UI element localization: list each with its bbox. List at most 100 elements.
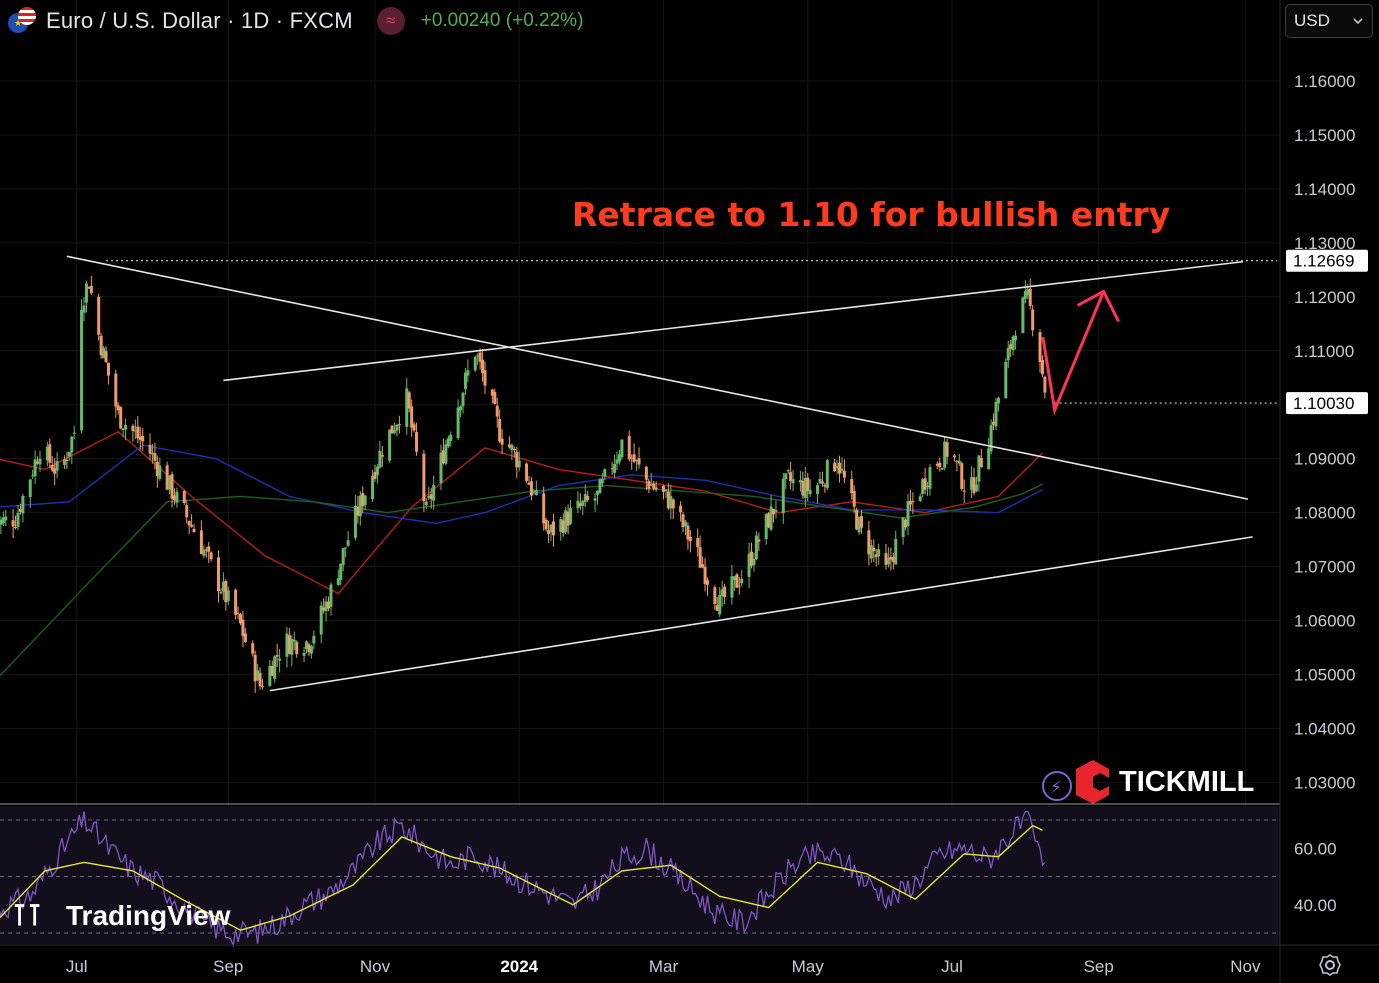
trendlines <box>66 255 1278 692</box>
candle <box>422 453 426 502</box>
candle <box>569 508 573 524</box>
candle <box>72 432 76 434</box>
candle <box>593 498 597 501</box>
candle <box>4 516 8 521</box>
candle <box>16 512 20 527</box>
price-level-label: 1.12669 <box>1293 252 1354 271</box>
rsi-tick-label: 40.00 <box>1294 896 1337 915</box>
candle <box>55 461 59 471</box>
candle <box>737 585 741 587</box>
candle <box>752 558 756 566</box>
time-tick-label: Sep <box>213 957 243 976</box>
tradingview-logo-icon: ⊺⊺ <box>12 900 42 932</box>
candle <box>275 655 279 657</box>
price-tick-label: 1.06000 <box>1294 612 1355 631</box>
candle <box>82 305 86 313</box>
candle <box>500 438 504 445</box>
candle <box>493 391 497 404</box>
symbol-title[interactable]: Euro / U.S. Dollar · 1D · FXCM <box>46 8 353 34</box>
candle <box>960 463 964 489</box>
candle <box>1043 376 1047 393</box>
candle <box>600 478 604 484</box>
candle <box>1028 288 1032 306</box>
candle <box>654 487 658 490</box>
candle <box>407 392 411 409</box>
candle <box>962 490 966 492</box>
candle <box>613 464 617 473</box>
svg-text:⚡: ⚡ <box>1050 778 1062 798</box>
candle <box>918 496 922 501</box>
candle <box>705 580 709 585</box>
candle <box>234 589 238 615</box>
time-tick-label: Jul <box>66 957 88 976</box>
candle <box>688 536 692 542</box>
candle <box>473 356 477 371</box>
candle <box>1021 297 1025 334</box>
candle <box>89 285 93 294</box>
candle <box>371 475 375 499</box>
candle <box>341 548 345 566</box>
candle <box>106 362 110 376</box>
time-tick-label: 2024 <box>500 957 538 976</box>
candle <box>808 489 812 495</box>
candle <box>838 462 842 474</box>
candle <box>979 458 983 468</box>
candle <box>412 424 416 431</box>
candle <box>664 489 668 492</box>
candle <box>182 491 186 504</box>
price-tick-label: 1.16000 <box>1294 72 1355 91</box>
candle <box>119 407 123 429</box>
candle <box>292 639 296 642</box>
candle <box>375 466 379 476</box>
candle <box>251 643 255 654</box>
annotation-text: Retrace to 1.10 for bullish entry <box>572 195 1170 234</box>
candle <box>226 590 230 602</box>
candle <box>346 540 350 546</box>
candle <box>273 656 277 680</box>
candle <box>940 467 944 470</box>
currency-select[interactable]: USD <box>1285 4 1373 38</box>
candle <box>894 539 898 565</box>
candle <box>104 351 108 362</box>
grid <box>0 0 1280 944</box>
candle <box>825 460 829 489</box>
candle <box>1038 332 1042 362</box>
gear-icon[interactable] <box>1318 953 1342 977</box>
candle <box>329 584 333 607</box>
candle <box>65 459 69 461</box>
candle <box>928 467 932 489</box>
candle <box>11 520 15 527</box>
candle <box>378 450 382 468</box>
candle <box>432 485 436 501</box>
price-chart[interactable]: 1.160001.150001.140001.130001.120001.110… <box>0 0 1379 983</box>
candle <box>994 401 998 427</box>
candle <box>175 491 179 503</box>
candle <box>170 474 174 499</box>
candle <box>996 397 1000 404</box>
candle <box>791 479 795 484</box>
candle <box>141 435 145 442</box>
price-tick-label: 1.11000 <box>1294 342 1354 361</box>
candle <box>852 490 856 507</box>
candle <box>466 370 470 376</box>
candle <box>1040 360 1044 375</box>
candle <box>987 448 991 470</box>
candle <box>781 478 785 514</box>
candle <box>444 444 448 464</box>
candle <box>683 521 687 527</box>
candle <box>840 468 844 471</box>
candle <box>114 373 118 407</box>
candle <box>806 477 810 492</box>
candle <box>187 521 191 526</box>
candle <box>512 448 516 451</box>
candle <box>974 484 978 491</box>
candle <box>945 442 949 457</box>
candle <box>28 479 32 498</box>
candle <box>525 463 529 481</box>
candle <box>131 425 135 431</box>
candle <box>517 460 521 468</box>
indicator-badge-icon[interactable]: ≈ <box>376 7 405 35</box>
time-tick-label: Jul <box>941 957 963 976</box>
candle <box>1004 361 1008 399</box>
price-tick-label: 1.14000 <box>1294 180 1355 199</box>
